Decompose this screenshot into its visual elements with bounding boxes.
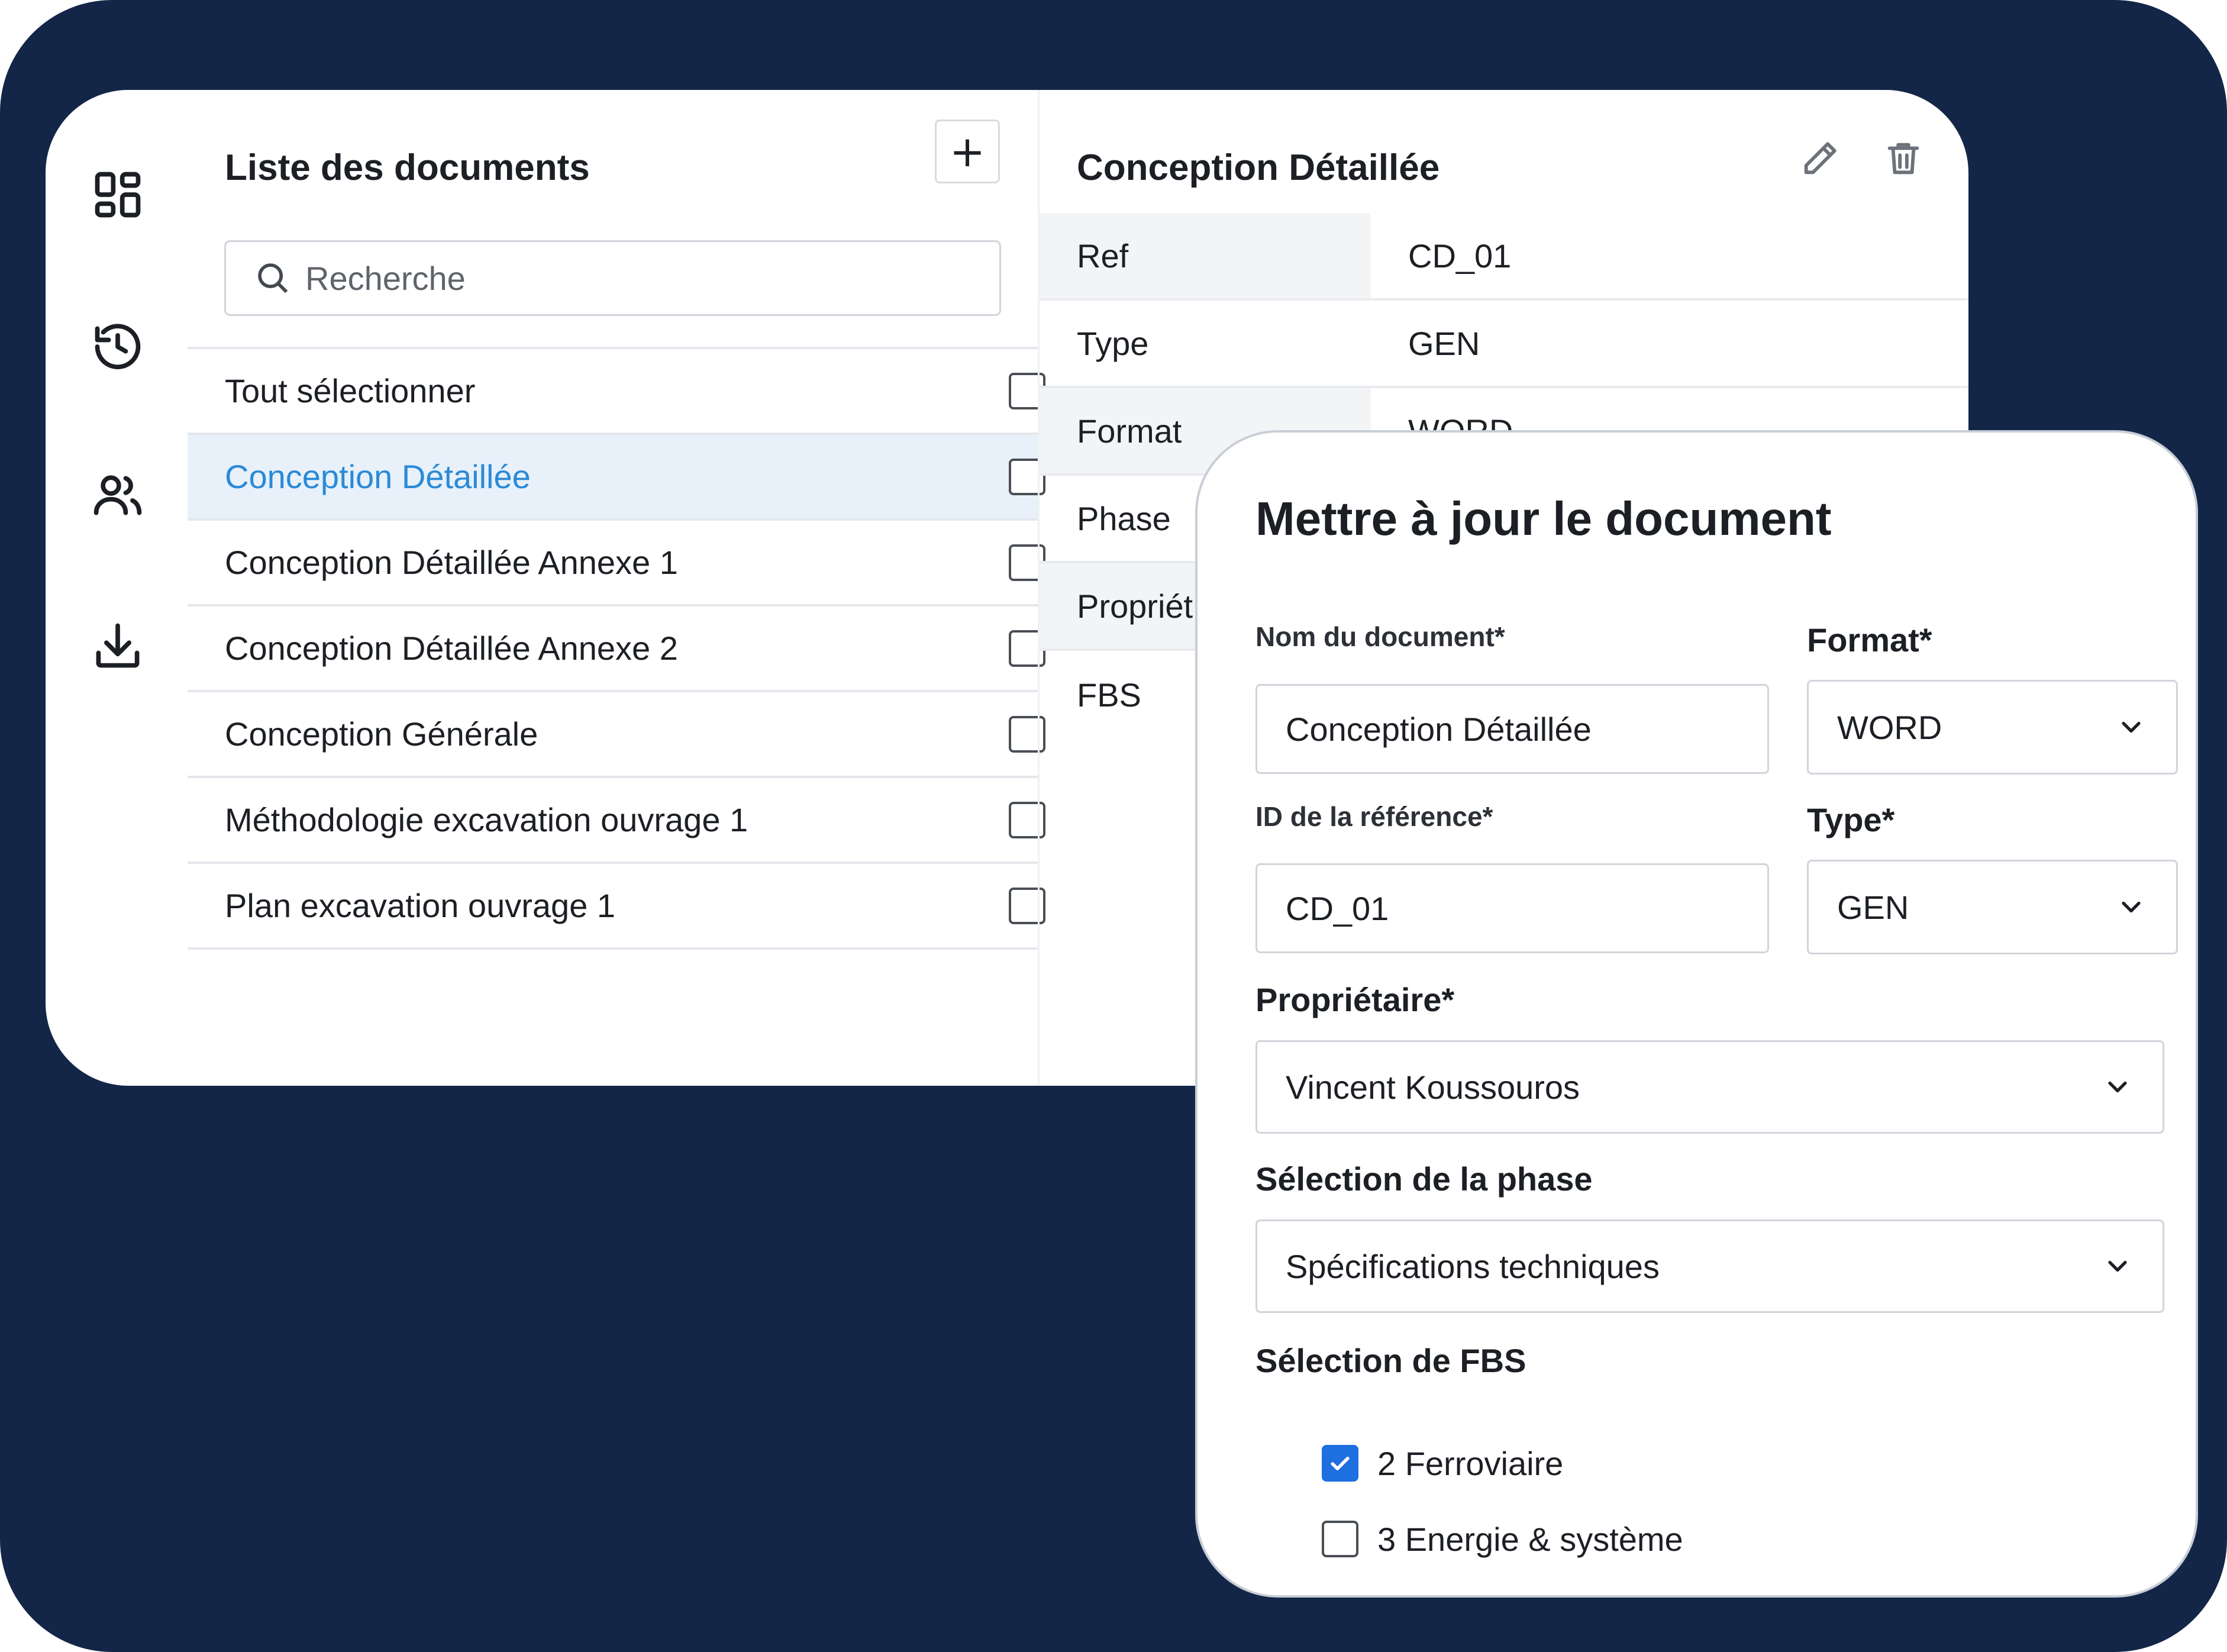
- list-item-label: Conception Détaillée: [225, 458, 531, 495]
- search-input[interactable]: [304, 258, 957, 298]
- list-item[interactable]: Plan excavation ouvrage 1: [188, 862, 1045, 950]
- property-value: GEN: [1408, 324, 1480, 362]
- list-item-label: Plan excavation ouvrage 1: [225, 887, 615, 924]
- list-item[interactable]: Conception Détaillée: [188, 433, 1045, 518]
- reference-id-value: CD_01: [1286, 889, 1389, 927]
- reference-id-label: ID de la référence*: [1255, 801, 1493, 832]
- reference-id-field[interactable]: CD_01: [1255, 863, 1769, 953]
- document-list-title: Liste des documents: [225, 147, 590, 188]
- search-field[interactable]: [224, 240, 1001, 316]
- fbs-option-label: 2 Ferroviaire: [1377, 1444, 1564, 1482]
- type-value: GEN: [1837, 888, 1909, 926]
- select-all-label: Tout sélectionner: [225, 372, 476, 409]
- property-row: Type GEN: [1040, 301, 1968, 388]
- phase-select[interactable]: Spécifications techniques: [1255, 1219, 2164, 1313]
- history-icon[interactable]: [87, 316, 149, 377]
- modal-title: Mettre à jour le document: [1255, 492, 1832, 545]
- document-name-field[interactable]: Conception Détaillée: [1255, 684, 1769, 774]
- fbs-label: Sélection de FBS: [1255, 1342, 1526, 1379]
- property-value: CD_01: [1408, 237, 1512, 275]
- list-item-label: Conception Détaillée Annexe 1: [225, 544, 678, 581]
- app-background: Liste des documents + Tout sélectionner …: [0, 0, 2227, 1652]
- fbs-checkbox-checked[interactable]: [1322, 1445, 1358, 1482]
- owner-select[interactable]: Vincent Koussouros: [1255, 1040, 2164, 1134]
- list-item-checkbox[interactable]: [1009, 887, 1045, 924]
- sidebar-rail: [46, 90, 188, 1086]
- fbs-option[interactable]: 2 Ferroviaire: [1322, 1440, 1563, 1487]
- chevron-down-icon: [2102, 1251, 2133, 1282]
- fbs-option-label: 3 Energie & système: [1377, 1520, 1683, 1558]
- property-key: Ref: [1040, 213, 1371, 298]
- list-item[interactable]: Conception Détaillée Annexe 1: [188, 518, 1045, 604]
- type-select[interactable]: GEN: [1807, 860, 2178, 954]
- owner-value: Vincent Koussouros: [1286, 1068, 1580, 1106]
- property-row: Ref CD_01: [1040, 213, 1968, 301]
- update-document-modal: Mettre à jour le document Nom du documen…: [1195, 430, 2198, 1598]
- property-key: Type: [1077, 324, 1149, 362]
- chevron-down-icon: [2116, 892, 2147, 922]
- checkmark-icon: [1331, 1457, 1350, 1470]
- list-item-label: Méthodologie excavation ouvrage 1: [225, 801, 748, 838]
- owner-label: Propriétaire*: [1255, 981, 1455, 1018]
- trash-icon[interactable]: [1874, 129, 1933, 188]
- format-value: WORD: [1837, 708, 1942, 746]
- fbs-option[interactable]: 3 Energie & système: [1322, 1515, 1683, 1563]
- type-label: Type*: [1807, 801, 1895, 838]
- list-item-label: Conception Générale: [225, 715, 538, 753]
- list-item[interactable]: Méthodologie excavation ouvrage 1: [188, 776, 1045, 862]
- list-item[interactable]: Conception Générale: [188, 690, 1045, 776]
- add-document-button[interactable]: +: [935, 120, 1000, 183]
- chevron-down-icon: [2102, 1072, 2133, 1102]
- edit-icon[interactable]: [1790, 129, 1850, 188]
- list-item-label: Conception Détaillée Annexe 2: [225, 630, 678, 667]
- document-name-value: Conception Détaillée: [1286, 710, 1592, 748]
- list-item-checkbox[interactable]: [1009, 801, 1045, 838]
- detail-title: Conception Détaillée: [1077, 147, 1440, 188]
- users-icon[interactable]: [87, 464, 149, 525]
- document-name-label: Nom du document*: [1255, 621, 1505, 652]
- list-item[interactable]: Conception Détaillée Annexe 2: [188, 604, 1045, 690]
- search-icon: [258, 263, 288, 293]
- chevron-down-icon: [2116, 712, 2147, 743]
- fbs-checkbox[interactable]: [1322, 1521, 1358, 1557]
- dashboard-icon[interactable]: [87, 164, 149, 225]
- document-list: Tout sélectionner Conception Détaillée C…: [188, 347, 1045, 950]
- select-all-row[interactable]: Tout sélectionner: [188, 347, 1045, 433]
- phase-label: Sélection de la phase: [1255, 1160, 1593, 1198]
- format-label: Format*: [1807, 621, 1932, 659]
- phase-value: Spécifications techniques: [1286, 1247, 1660, 1285]
- format-select[interactable]: WORD: [1807, 680, 2178, 775]
- download-icon[interactable]: [87, 615, 149, 677]
- plus-icon: +: [949, 127, 986, 176]
